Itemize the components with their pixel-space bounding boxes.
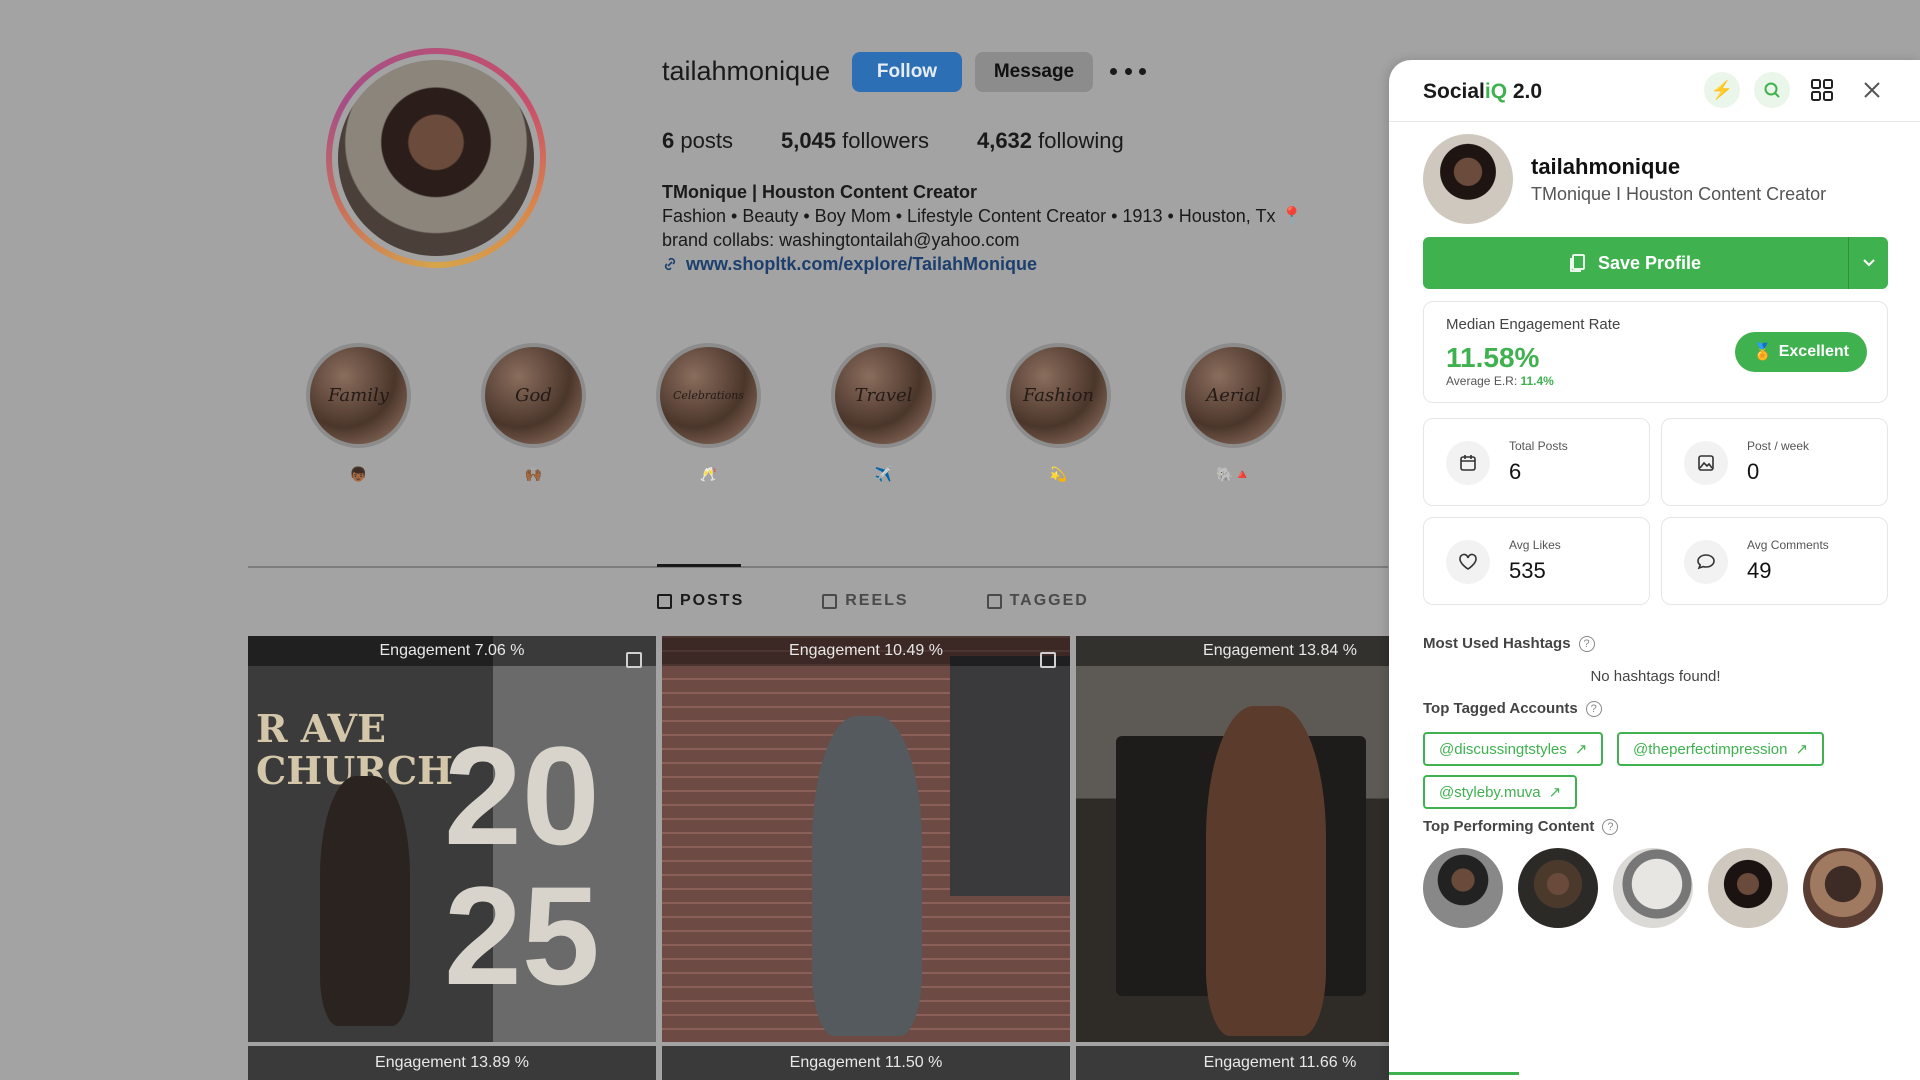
post-thumbnail-caption[interactable]: Engagement 13.89 % bbox=[248, 1046, 656, 1080]
medal-icon: 🏅 bbox=[1752, 344, 1773, 361]
help-icon[interactable]: ? bbox=[1578, 635, 1595, 652]
excellent-badge: 🏅 Excellent bbox=[1734, 332, 1867, 372]
multi-post-icon bbox=[626, 652, 642, 668]
post-text: 20 bbox=[444, 717, 600, 874]
external-link-icon: ↗ bbox=[1548, 784, 1562, 801]
close-icon[interactable] bbox=[1854, 72, 1890, 108]
tagged-icon bbox=[986, 593, 1002, 609]
socialiq-panel: SocialiQ 2.0 ⚡ tailahmonique TMonique I … bbox=[1389, 60, 1920, 1080]
post-thumbnail-caption[interactable]: Engagement 11.50 % bbox=[662, 1046, 1070, 1080]
more-options-icon[interactable] bbox=[1110, 56, 1146, 86]
profile-stats: 6 posts 5,045 followers 4,632 following bbox=[662, 128, 1124, 154]
chevron-down-icon[interactable] bbox=[1848, 237, 1888, 289]
posts-count[interactable]: 6 posts bbox=[662, 128, 733, 154]
stat-card-post-week: Post / week 0 bbox=[1661, 418, 1888, 506]
bio-line: Fashion • Beauty • Boy Mom • Lifestyle C… bbox=[662, 206, 1303, 226]
socialiq-logo: SocialiQ 2.0 bbox=[1423, 80, 1543, 103]
post-text: R AVE bbox=[256, 706, 386, 751]
followers-count[interactable]: 5,045 followers bbox=[781, 128, 929, 154]
tab-tagged[interactable]: TAGGED bbox=[986, 592, 1089, 610]
multi-post-icon bbox=[1040, 652, 1056, 668]
link-icon bbox=[664, 257, 676, 271]
average-engagement: Average E.R: 11.4% bbox=[1446, 374, 1554, 388]
grid-icon bbox=[657, 593, 672, 609]
tabs-divider bbox=[248, 566, 1388, 568]
hashtags-section-title: Most Used Hashtags? bbox=[1423, 635, 1595, 652]
post-thumbnail[interactable]: Engagement 10.49 % bbox=[662, 636, 1070, 1042]
top-content-thumbnail[interactable] bbox=[1423, 848, 1503, 928]
stat-card-total-posts: Total Posts 6 bbox=[1423, 418, 1650, 506]
help-icon[interactable]: ? bbox=[1602, 818, 1619, 835]
highlight-item[interactable]: Aerial 🐘🔺 bbox=[1181, 343, 1286, 484]
tagged-account-chip[interactable]: @styleby.muva ↗ bbox=[1423, 775, 1578, 809]
top-content-list bbox=[1423, 848, 1883, 928]
bio-link[interactable]: www.shopltk.com/explore/TailahMonique bbox=[662, 252, 1303, 276]
calendar-icon bbox=[1446, 441, 1490, 485]
profile-bio: TMonique | Houston Content Creator Fashi… bbox=[662, 180, 1303, 276]
profile-username: tailahmonique bbox=[662, 56, 831, 86]
help-icon[interactable]: ? bbox=[1585, 700, 1602, 717]
stat-card-avg-likes: Avg Likes 535 bbox=[1423, 517, 1650, 605]
highlight-item[interactable]: God 🙌🏾 bbox=[481, 343, 586, 484]
post-thumbnail[interactable]: R AVE CHURCH 20 25 Engagement 7.06 % bbox=[248, 636, 656, 1042]
search-icon[interactable] bbox=[1754, 72, 1790, 108]
comment-icon bbox=[1684, 540, 1728, 584]
tab-posts[interactable]: POSTS bbox=[657, 592, 744, 610]
reels-icon bbox=[822, 593, 838, 609]
image-icon bbox=[1684, 441, 1728, 485]
engagement-rate-card: Median Engagement Rate 11.58% Average E.… bbox=[1423, 301, 1888, 403]
panel-profile: tailahmonique TMonique I Houston Content… bbox=[1423, 134, 1826, 224]
engagement-overlay: Engagement 7.06 % bbox=[248, 636, 656, 666]
stat-card-avg-comments: Avg Comments 49 bbox=[1661, 517, 1888, 605]
top-content-title: Top Performing Content? bbox=[1423, 818, 1619, 835]
save-profile-button[interactable]: Save Profile bbox=[1423, 237, 1848, 289]
panel-avatar bbox=[1423, 134, 1513, 224]
bookmark-icon bbox=[1570, 254, 1585, 272]
tab-reels[interactable]: REELS bbox=[822, 592, 908, 610]
profile-tabs: POSTS REELS TAGGED bbox=[657, 592, 1089, 610]
heart-icon bbox=[1446, 540, 1490, 584]
top-content-thumbnail[interactable] bbox=[1613, 848, 1693, 928]
following-count[interactable]: 4,632 following bbox=[977, 128, 1124, 154]
panel-display-name: TMonique I Houston Content Creator bbox=[1531, 183, 1827, 204]
top-content-thumbnail[interactable] bbox=[1708, 848, 1788, 928]
highlight-item[interactable]: Family 👦🏾 bbox=[306, 343, 411, 484]
tagged-account-chip[interactable]: @discussingtstyles ↗ bbox=[1423, 732, 1604, 766]
engagement-value: 11.58% bbox=[1446, 342, 1540, 373]
bio-name: TMonique | Houston Content Creator bbox=[662, 182, 978, 202]
lightning-icon[interactable]: ⚡ bbox=[1704, 72, 1740, 108]
external-link-icon: ↗ bbox=[1795, 741, 1809, 758]
hashtags-empty-message: No hashtags found! bbox=[1590, 668, 1721, 685]
top-content-thumbnail[interactable] bbox=[1518, 848, 1598, 928]
highlight-item[interactable]: Celebrations 🥂 bbox=[656, 343, 761, 484]
highlight-item[interactable]: Fashion 💫 bbox=[1006, 343, 1111, 484]
panel-header: SocialiQ 2.0 ⚡ bbox=[1389, 60, 1920, 122]
tagged-accounts-title: Top Tagged Accounts? bbox=[1423, 700, 1602, 717]
panel-scroll-indicator bbox=[1389, 1072, 1519, 1075]
post-text: 25 bbox=[444, 857, 600, 1014]
highlight-item[interactable]: Travel ✈️ bbox=[831, 343, 936, 484]
save-profile-control: Save Profile bbox=[1423, 237, 1888, 289]
follow-button[interactable]: Follow bbox=[852, 52, 962, 92]
engagement-label: Median Engagement Rate bbox=[1446, 316, 1621, 333]
story-highlights: Family 👦🏾 God 🙌🏾 Celebrations 🥂 Travel ✈️ Fa… bbox=[306, 343, 1286, 484]
bio-line: brand collabs: washingtontailah@yahoo.co… bbox=[662, 230, 1020, 250]
message-button[interactable]: Message bbox=[975, 52, 1093, 92]
grid-apps-icon[interactable] bbox=[1804, 72, 1840, 108]
panel-username: tailahmonique bbox=[1531, 153, 1681, 179]
tagged-account-chip[interactable]: @theperfectimpression ↗ bbox=[1617, 732, 1825, 766]
active-tab-indicator bbox=[657, 564, 741, 567]
profile-avatar[interactable] bbox=[326, 48, 546, 268]
top-content-thumbnail[interactable] bbox=[1803, 848, 1883, 928]
external-link-icon: ↗ bbox=[1574, 741, 1588, 758]
engagement-overlay: Engagement 10.49 % bbox=[662, 636, 1070, 666]
